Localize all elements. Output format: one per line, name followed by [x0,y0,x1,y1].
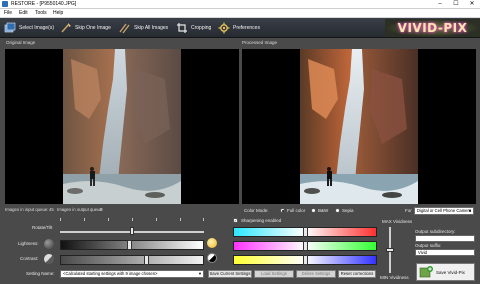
contrast-slider-thumb[interactable] [144,255,150,265]
output-queue-count: 0 [100,207,103,212]
lightness-label: Lightness: [18,241,39,246]
add-image-icon [419,266,433,278]
rotate-ticks [60,218,204,221]
vividness-slider-thumb[interactable] [386,248,394,252]
cropping-button[interactable]: Cropping [176,21,211,35]
output-subdirectory-label: Output subdirectory: [415,229,456,234]
save-vivid-pix-button[interactable]: Save Vivid-Pix [416,263,475,281]
rotate-slider-thumb[interactable] [130,227,134,235]
skip-one-label: Skip One Image [75,25,111,31]
output-suffix-label: Output suffix: [415,243,442,248]
contrast-label: Contrast: [20,256,39,261]
sharpening-checkbox[interactable]: ✓ [233,218,238,223]
color-mode-label: Color Mode: [244,208,269,213]
skip-one-icon [61,23,71,33]
original-image-label: Original Image [6,40,36,45]
output-suffix-field[interactable]: Vivid [415,249,475,256]
yellow-blue-slider-thumb[interactable] [303,255,308,265]
camera-type-dropdown[interactable]: Digital or Cell Phone Camera ▼ [414,207,474,215]
title-bar: RESTORE - [P9550140.JPG] – ☐ ✕ [0,0,480,9]
skip-all-label: Skip All Images [134,25,169,31]
cropping-label: Cropping [191,25,212,31]
sun-icon [207,238,217,248]
bw-label: B&W [318,208,329,213]
lightness-dark-icon [44,239,54,249]
cropping-icon [177,23,187,33]
chevron-down-icon: ▼ [468,208,472,213]
rotate-label: Rotate/Tilt [32,225,53,230]
delete-settings-button[interactable]: Delete Settings [296,270,336,278]
chevron-down-icon: ▼ [198,271,202,276]
radio-sepia[interactable] [335,208,340,213]
preferences-label: Preferences [233,25,260,31]
skip-all-icon [119,23,130,34]
setting-name-dropdown[interactable]: <Calculated starting settings with 9 ima… [60,270,204,278]
menu-help[interactable]: Help [53,10,63,17]
contrast-high-icon [207,253,217,263]
camera-type-value: Digital or Cell Phone Camera [417,208,472,213]
save-current-settings-button[interactable]: Save Current Settings [208,270,252,278]
contrast-slider[interactable] [60,255,204,265]
maximize-button[interactable]: ☐ [448,0,464,9]
menu-bar: File Edit Tools Help [0,9,480,18]
setting-name-label: Setting Name: [26,271,55,276]
menu-file[interactable]: File [4,10,12,17]
radio-full-color[interactable] [280,208,285,213]
original-image [5,49,239,204]
input-queue-label: Images in input queue: [5,207,49,212]
lightness-slider-thumb[interactable] [127,240,133,250]
setting-name-value: <Calculated starting settings with 9 ima… [63,271,158,276]
vivid-pix-logo: VIVID-PIX [385,19,480,37]
original-canyon-photo [63,49,181,204]
min-vividness-label: MIN Vividness [380,275,409,280]
full-color-label: Full color [287,208,306,213]
radio-bw[interactable] [311,208,316,213]
minimize-button[interactable]: – [432,0,448,9]
app-icon [2,1,8,7]
select-images-label: Select Image(s) [19,25,55,31]
output-subdirectory-field[interactable] [415,235,475,242]
for-label: For [405,208,412,213]
output-queue-label: Images in output queue: [57,207,104,212]
skip-one-image-button[interactable]: Skip One Image [60,21,111,35]
skip-all-images-button[interactable]: Skip All Images [119,21,168,35]
max-vividness-label: MAX Vividness [382,219,413,224]
magenta-green-slider-thumb[interactable] [303,241,308,251]
contrast-low-icon [44,254,54,264]
load-settings-button[interactable]: Load Settings [254,270,294,278]
select-images-icon [4,22,16,33]
select-images-button[interactable]: Select Image(s) [4,21,54,35]
input-queue-count: 45 [49,207,54,212]
sepia-label: Sepia [342,208,354,213]
menu-tools[interactable]: Tools [35,10,47,17]
processed-canyon-photo [300,49,418,204]
preferences-button[interactable]: Preferences [218,21,260,35]
menu-edit[interactable]: Edit [19,10,28,17]
save-vivid-pix-label: Save Vivid-Pix [436,269,465,275]
processed-image-label: Processed Image [242,40,278,45]
cyan-red-slider-thumb[interactable] [303,227,308,237]
logo-text: VIVID-PIX [397,21,468,35]
processed-image [242,49,476,204]
sharpening-label: Sharpening enabled [241,218,282,223]
reset-corrections-button[interactable]: Reset corrections [338,270,376,278]
preferences-icon [218,22,230,34]
window-title: RESTORE - [P9550140.JPG] [11,1,77,7]
close-button[interactable]: ✕ [464,0,480,9]
